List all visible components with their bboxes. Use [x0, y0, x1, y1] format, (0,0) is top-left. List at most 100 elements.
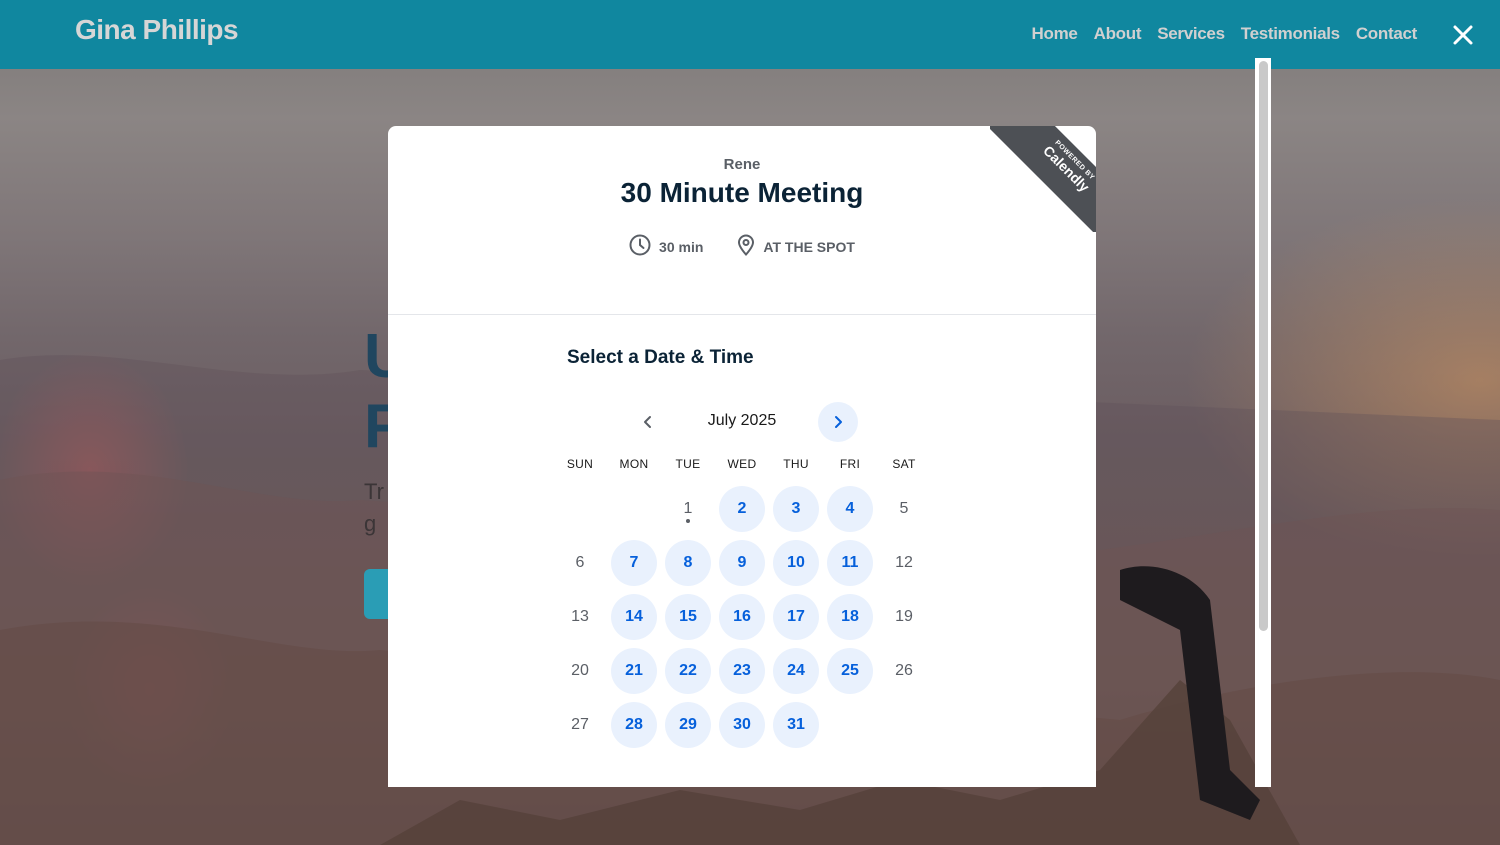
calendar-cell: 26 [877, 644, 931, 698]
available-date-button[interactable]: 3 [773, 486, 819, 532]
calendar-cell: 6 [553, 536, 607, 590]
calendar-cell [877, 698, 931, 752]
calendar-cell: 24 [769, 644, 823, 698]
scrollbar-thumb[interactable] [1259, 61, 1268, 631]
nav-about[interactable]: About [1094, 24, 1142, 44]
available-date-button[interactable]: 8 [665, 540, 711, 586]
event-details: 30 min AT THE SPOT [388, 234, 1096, 259]
date-number: 28 [625, 716, 643, 733]
site-brand[interactable]: Gina Phillips [75, 14, 239, 46]
site-navbar: Gina Phillips Home About Services Testim… [0, 0, 1500, 69]
unavailable-date: 19 [881, 594, 927, 640]
clock-icon [629, 234, 651, 259]
available-date-button[interactable]: 24 [773, 648, 819, 694]
select-date-time-heading: Select a Date & Time [567, 347, 754, 368]
weekday-label: WED [727, 457, 757, 471]
date-number: 22 [679, 662, 697, 679]
date-number: 17 [787, 608, 805, 625]
calendar-cell: 9 [715, 536, 769, 590]
duration-detail: 30 min [629, 234, 703, 259]
calendar-week-row: 13 14 15 16 17 18 19 [553, 590, 931, 644]
calendar-weeks: 1 2 3 4 5 6 7 8 9 10 11 12 13 14 15 16 17 18 19 20 21 22 23 24 2… [553, 482, 931, 752]
nav-services[interactable]: Services [1157, 24, 1225, 44]
available-date-button[interactable]: 31 [773, 702, 819, 748]
date-number: 15 [679, 608, 697, 625]
calendar-cell [823, 698, 877, 752]
available-date-button[interactable]: 9 [719, 540, 765, 586]
available-date-button[interactable]: 16 [719, 594, 765, 640]
available-date-button[interactable]: 14 [611, 594, 657, 640]
available-date-button[interactable]: 23 [719, 648, 765, 694]
date-number: 27 [571, 716, 589, 733]
calendar-grid: SUN MON TUE WED THU FRI SAT 1 2 3 4 5 6 7 8 9 10 1… [553, 457, 931, 748]
calendly-scheduling-modal: POWERED BY Calendly Rene 30 Minute Meeti… [388, 126, 1096, 787]
weekday-label: MON [619, 457, 649, 471]
date-number: 2 [737, 500, 747, 517]
current-month-label: July 2025 [707, 412, 777, 429]
close-icon[interactable] [1446, 18, 1480, 52]
nav-testimonials[interactable]: Testimonials [1241, 24, 1340, 44]
available-date-button[interactable]: 15 [665, 594, 711, 640]
calendar-cell: 25 [823, 644, 877, 698]
unavailable-date: 13 [557, 594, 603, 640]
date-number: 25 [841, 662, 859, 679]
weekday-label: TUE [675, 457, 701, 471]
date-number: 23 [733, 662, 751, 679]
available-date-button[interactable]: 10 [773, 540, 819, 586]
calendar-week-row: 27 28 29 30 31 [553, 698, 931, 752]
date-number: 1 [683, 500, 693, 517]
calendar-cell: 19 [877, 590, 931, 644]
date-number: 5 [899, 500, 909, 517]
calendar-cell: 17 [769, 590, 823, 644]
previous-month-button[interactable] [628, 402, 668, 442]
available-date-button[interactable]: 25 [827, 648, 873, 694]
nav-contact[interactable]: Contact [1356, 24, 1417, 44]
available-date-button[interactable]: 4 [827, 486, 873, 532]
available-date-button[interactable]: 22 [665, 648, 711, 694]
calendar-cell: 16 [715, 590, 769, 644]
date-number: 7 [629, 554, 639, 571]
date-number: 31 [787, 716, 805, 733]
unavailable-date: 12 [881, 540, 927, 586]
date-number: 16 [733, 608, 751, 625]
available-date-button[interactable]: 7 [611, 540, 657, 586]
available-date-button[interactable]: 17 [773, 594, 819, 640]
calendar-cell: 29 [661, 698, 715, 752]
available-date-button[interactable]: 30 [719, 702, 765, 748]
month-navigation: July 2025 [628, 402, 858, 442]
calendar-cell: 1 [661, 482, 715, 536]
date-number: 20 [571, 662, 589, 679]
nav-home[interactable]: Home [1032, 24, 1078, 44]
available-date-button[interactable]: 28 [611, 702, 657, 748]
calendar-cell: 11 [823, 536, 877, 590]
available-date-button[interactable]: 2 [719, 486, 765, 532]
calendar-cell: 28 [607, 698, 661, 752]
calendar-cell: 5 [877, 482, 931, 536]
next-month-button[interactable] [818, 402, 858, 442]
unavailable-date: 6 [557, 540, 603, 586]
calendar-cell: 31 [769, 698, 823, 752]
date-number: 3 [791, 500, 801, 517]
date-number: 8 [683, 554, 693, 571]
available-date-button[interactable]: 29 [665, 702, 711, 748]
weekday-header: SUN MON TUE WED THU FRI SAT [553, 457, 931, 471]
calendar-week-row: 6 7 8 9 10 11 12 [553, 536, 931, 590]
unavailable-date: 26 [881, 648, 927, 694]
date-number: 6 [575, 554, 585, 571]
unavailable-date: 1 [665, 486, 711, 532]
date-number: 12 [895, 554, 913, 571]
available-date-button[interactable]: 18 [827, 594, 873, 640]
event-title: 30 Minute Meeting [620, 177, 864, 208]
calendar-cell: 18 [823, 590, 877, 644]
calendar-week-row: 20 21 22 23 24 25 26 [553, 644, 931, 698]
calendar-cell: 20 [553, 644, 607, 698]
chevron-right-icon [835, 416, 842, 428]
calendar-cell: 3 [769, 482, 823, 536]
calendar-cell: 14 [607, 590, 661, 644]
available-date-button[interactable]: 11 [827, 540, 873, 586]
calendar-cell: 7 [607, 536, 661, 590]
location-pin-icon [737, 234, 755, 259]
calendar-cell: 12 [877, 536, 931, 590]
available-date-button[interactable]: 21 [611, 648, 657, 694]
date-number: 18 [841, 608, 859, 625]
